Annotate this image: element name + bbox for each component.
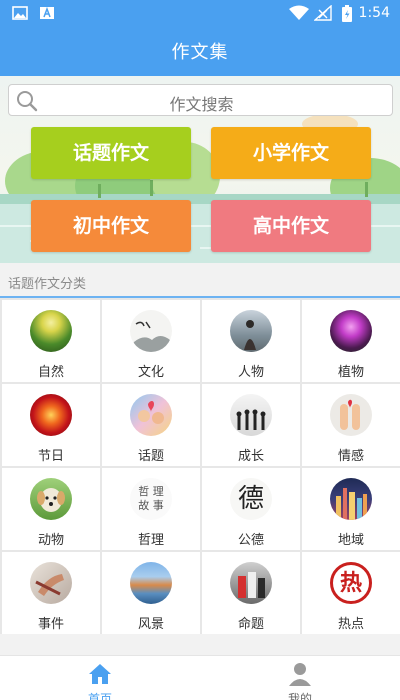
image-icon [12,6,28,20]
app-bar: 1:54 作文集 [0,0,400,76]
growth-icon [230,394,272,436]
topic-item-emotion[interactable]: 情感 [302,384,400,466]
bottom-nav: 首页 我的 [0,655,400,700]
topic-essay-button[interactable]: 话题作文 [31,127,191,179]
hotspot-icon: 热 [330,562,372,604]
topic-label: 话题 [137,449,164,464]
topic-item-scenery[interactable]: 风景 [102,552,200,634]
topic-label: 哲理 [137,533,164,548]
culture-icon [130,310,172,352]
emotion-icon [330,394,372,436]
topic-label: 文化 [137,365,164,380]
plant-icon [330,310,372,352]
topic-label: 事件 [37,617,64,632]
signal-icon [314,5,332,21]
search-placeholder: 作文搜索 [169,95,234,114]
battery-icon [342,5,352,22]
profile-icon [289,663,311,686]
morality-thumb-char: 德 [237,484,264,514]
topic-label: 情感 [337,449,364,464]
home-icon [89,664,111,684]
morality-icon: 德 [230,478,272,520]
status-bar: 1:54 [0,0,400,28]
tab-home[interactable]: 首页 [0,656,200,700]
topic-label: 公德 [237,533,264,548]
topic-label: 植物 [337,365,364,380]
topic-item-plant[interactable]: 植物 [302,300,400,382]
section-title: 话题作文分类 [8,277,87,292]
topic-item-region[interactable]: 地域 [302,468,400,550]
event-icon [30,562,72,604]
topic-label: 节日 [37,449,64,464]
animal-icon [30,478,72,520]
region-icon [330,478,372,520]
scenery-icon [130,562,172,604]
junior-essay-button[interactable]: 初中作文 [31,200,191,252]
topic-item-morality[interactable]: 德 公德 [202,468,300,550]
banner: 作文搜索 话题作文 小学作文 初中作文 高中作文 [0,76,400,263]
page-title: 作文集 [171,42,229,63]
topic-item-proposition[interactable]: 命题 [202,552,300,634]
senior-essay-button[interactable]: 高中作文 [211,200,371,252]
primary-essay-button[interactable]: 小学作文 [211,127,371,179]
a-icon [40,6,54,19]
hotspot-thumb-char: 热 [339,570,362,596]
tab-home-label: 首页 [87,692,112,700]
topic-label: 动物 [37,533,64,548]
nature-icon [30,310,72,352]
topic-item-event[interactable]: 事件 [2,552,100,634]
topic-grid: 自然 文化 人物 植物 节日 话题 成长 情感 动物 哲 理 故 事 哲理 德 … [0,298,400,634]
topic-item-culture[interactable]: 文化 [102,300,200,382]
festival-icon [30,394,72,436]
status-time: 1:54 [358,5,390,21]
topic-item-festival[interactable]: 节日 [2,384,100,466]
philosophy-icon: 哲 理 故 事 [130,478,172,520]
topic-item-person[interactable]: 人物 [202,300,300,382]
topic-item-philosophy[interactable]: 哲 理 故 事 哲理 [102,468,200,550]
proposition-icon [230,562,272,604]
topic-label: 成长 [237,449,264,464]
tab-profile-label: 我的 [287,692,312,700]
search-bar[interactable]: 作文搜索 [8,84,393,116]
wifi-icon [289,5,309,20]
topic-label: 命题 [237,617,264,632]
topic-item-hotspot[interactable]: 热 热点 [302,552,400,634]
topic-label: 风景 [137,617,164,632]
topic-item-animal[interactable]: 动物 [2,468,100,550]
philosophy-thumb-line-1: 哲 理 [138,485,164,498]
topic-label: 地域 [337,533,364,548]
topic-label: 人物 [237,365,264,380]
topic-label: 自然 [37,365,64,380]
topic-label: 热点 [337,617,364,632]
topic-icon [130,394,172,436]
philosophy-thumb-line-2: 故 事 [138,499,164,512]
topic-item-nature[interactable]: 自然 [2,300,100,382]
topic-item-growth[interactable]: 成长 [202,384,300,466]
person-icon [230,310,272,352]
topic-item-topic[interactable]: 话题 [102,384,200,466]
tab-profile[interactable]: 我的 [200,656,400,700]
